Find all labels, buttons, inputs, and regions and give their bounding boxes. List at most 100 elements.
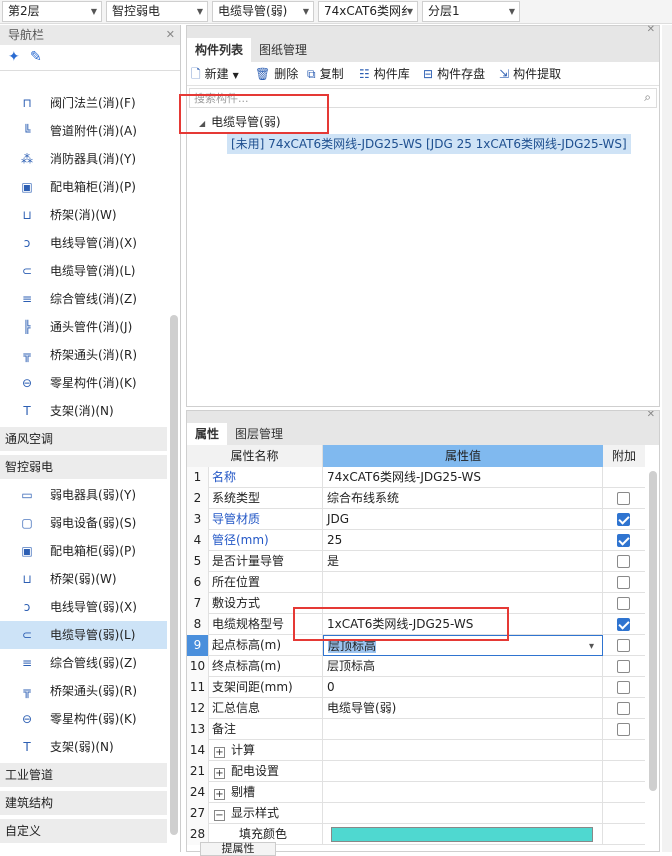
nav-category[interactable]: 自定义: [0, 819, 167, 843]
save-component-button[interactable]: ⊟ 构件存盘: [423, 62, 485, 86]
sidebar-item[interactable]: ≡ 综合管线(消)(Z): [0, 285, 167, 313]
delete-button[interactable]: 🗑 删除: [255, 62, 298, 86]
additional-checkbox[interactable]: [617, 702, 630, 715]
sidebar-item[interactable]: ⊂ 电缆导管(弱)(L): [0, 621, 167, 649]
tab-properties[interactable]: 属性: [187, 423, 228, 445]
tab-drawing-management[interactable]: 图纸管理: [251, 38, 315, 62]
property-value[interactable]: 25: [323, 530, 603, 551]
expand-icon[interactable]: +: [214, 747, 225, 758]
table-row[interactable]: 10 终点标高(m) 层顶标高: [187, 656, 645, 677]
property-value[interactable]: JDG: [323, 509, 603, 530]
tree-node-component[interactable]: [未用] 74xCAT6类网线-JDG25-WS [JDG 25 1xCAT6类…: [227, 134, 631, 154]
sidebar-item[interactable]: ⁂ 消防器具(消)(Y): [0, 145, 167, 173]
collapse-icon[interactable]: −: [214, 810, 225, 821]
layer-select[interactable]: 分层1 ▼: [422, 1, 520, 22]
table-row[interactable]: 5 是否计量导管是: [187, 551, 645, 572]
sidebar-item[interactable]: T 支架(弱)(N): [0, 733, 167, 761]
table-row[interactable]: 3 导管材质 JDG: [187, 509, 645, 530]
extract-properties-button[interactable]: 提属性: [200, 842, 276, 856]
sidebar-item[interactable]: ⊂ 电缆导管(消)(L): [0, 257, 167, 285]
property-value[interactable]: 综合布线系统: [323, 488, 603, 509]
additional-checkbox[interactable]: [617, 492, 630, 505]
property-value[interactable]: [323, 719, 603, 740]
additional-checkbox[interactable]: [617, 681, 630, 694]
sidebar-item[interactable]: ╚ 管道附件(消)(A): [0, 117, 167, 145]
additional-checkbox[interactable]: [617, 723, 630, 736]
property-name: 管径(mm): [209, 530, 323, 551]
additional-checkbox[interactable]: [617, 534, 630, 547]
sidebar-item[interactable]: ▢ 弱电设备(弱)(S): [0, 509, 167, 537]
sidebar-item[interactable]: ▣ 配电箱柜(弱)(P): [0, 537, 167, 565]
floor-select[interactable]: 第2层 ▼: [2, 1, 102, 22]
table-group-row[interactable]: 21 + 配电设置: [187, 761, 645, 782]
table-row[interactable]: 11 支架间距(mm) 0: [187, 677, 645, 698]
property-value[interactable]: 层顶标高: [323, 656, 603, 677]
table-row[interactable]: 12 汇总信息 电缆导管(弱): [187, 698, 645, 719]
nav-scrollbar[interactable]: [170, 315, 178, 835]
table-group-row[interactable]: 24 + 剔槽: [187, 782, 645, 803]
additional-checkbox[interactable]: [617, 513, 630, 526]
nav-category[interactable]: 智控弱电: [0, 455, 167, 479]
property-value[interactable]: [323, 572, 603, 593]
table-row[interactable]: 4 管径(mm) 25: [187, 530, 645, 551]
additional-checkbox[interactable]: [617, 597, 630, 610]
type-select[interactable]: 电缆导管(弱) ▼: [212, 1, 314, 22]
property-scrollbar[interactable]: [649, 471, 657, 791]
property-value[interactable]: 电缆导管(弱): [323, 698, 603, 719]
fill-color-value[interactable]: [323, 824, 603, 845]
expand-icon[interactable]: +: [214, 789, 225, 800]
additional-cell: [603, 488, 645, 509]
search-icon[interactable]: ⌕: [644, 90, 651, 105]
property-value[interactable]: 0: [323, 677, 603, 698]
sidebar-item[interactable]: ╦ 桥架通头(弱)(R): [0, 677, 167, 705]
close-icon[interactable]: ✕: [647, 24, 655, 35]
sidebar-item[interactable]: ▣ 配电箱柜(消)(P): [0, 173, 167, 201]
additional-checkbox[interactable]: [617, 660, 630, 673]
library-button[interactable]: ☷ 构件库: [359, 62, 410, 86]
sidebar-item[interactable]: ⊖ 零星构件(消)(K): [0, 369, 167, 397]
new-button[interactable]: 🗋 新建 ▼: [191, 62, 239, 86]
table-group-row[interactable]: 27− 显示样式: [187, 803, 645, 824]
additional-checkbox[interactable]: [617, 618, 630, 631]
sidebar-item[interactable]: ⊓ 阀门法兰(消)(F): [0, 89, 167, 117]
sidebar-item[interactable]: ⊖ 零星构件(弱)(K): [0, 705, 167, 733]
sidebar-item[interactable]: ↄ 电线导管(弱)(X): [0, 593, 167, 621]
copy-button[interactable]: ⧉ 复制: [307, 62, 344, 86]
close-icon[interactable]: ✕: [166, 25, 175, 45]
additional-checkbox[interactable]: [617, 576, 630, 589]
component-select[interactable]: 74xCAT6类网纟 ▼: [318, 1, 418, 22]
table-row[interactable]: 2 系统类型 综合布线系统: [187, 488, 645, 509]
property-value[interactable]: 是: [323, 551, 603, 572]
edit-icon[interactable]: ✎: [30, 49, 42, 65]
nav-category[interactable]: 建筑结构: [0, 791, 167, 815]
close-icon[interactable]: ✕: [647, 411, 655, 420]
nav-category[interactable]: 通风空调: [0, 427, 167, 451]
combined-pipeline-icon: ≡: [21, 656, 33, 670]
sidebar-item[interactable]: ╠ 通头管件(消)(J): [0, 313, 167, 341]
specialty-select[interactable]: 智控弱电 ▼: [106, 1, 208, 22]
extract-component-button[interactable]: ⇲ 构件提取: [499, 62, 561, 86]
additional-checkbox[interactable]: [617, 639, 630, 652]
table-group-row[interactable]: 14 + 计算: [187, 740, 645, 761]
row-number: 8: [187, 614, 209, 635]
tab-layer-management[interactable]: 图层管理: [227, 423, 291, 445]
tab-component-list[interactable]: 构件列表: [187, 38, 252, 62]
table-row[interactable]: 13 备注: [187, 719, 645, 740]
sidebar-item[interactable]: ≡ 综合管线(弱)(Z): [0, 649, 167, 677]
sidebar-item[interactable]: T 支架(消)(N): [0, 397, 167, 425]
sidebar-item[interactable]: ▭ 弱电器具(弱)(Y): [0, 481, 167, 509]
additional-checkbox[interactable]: [617, 555, 630, 568]
table-row[interactable]: 1 名称 74xCAT6类网线-JDG25-WS: [187, 467, 645, 488]
property-value[interactable]: 74xCAT6类网线-JDG25-WS: [323, 467, 603, 488]
sidebar-item[interactable]: ⊔ 桥架(弱)(W): [0, 565, 167, 593]
sidebar-item[interactable]: ╦ 桥架通头(消)(R): [0, 341, 167, 369]
color-swatch[interactable]: [331, 827, 593, 842]
sidebar-item[interactable]: ⊔ 桥架(消)(W): [0, 201, 167, 229]
sidebar-item[interactable]: ↄ 电线导管(消)(X): [0, 229, 167, 257]
bracket-icon: T: [23, 404, 31, 418]
add-icon[interactable]: ✦: [8, 49, 20, 65]
table-row[interactable]: 6 所在位置: [187, 572, 645, 593]
expand-icon[interactable]: +: [214, 768, 225, 779]
nav-category[interactable]: 工业管道: [0, 763, 167, 787]
chevron-down-icon[interactable]: ▾: [589, 636, 594, 655]
